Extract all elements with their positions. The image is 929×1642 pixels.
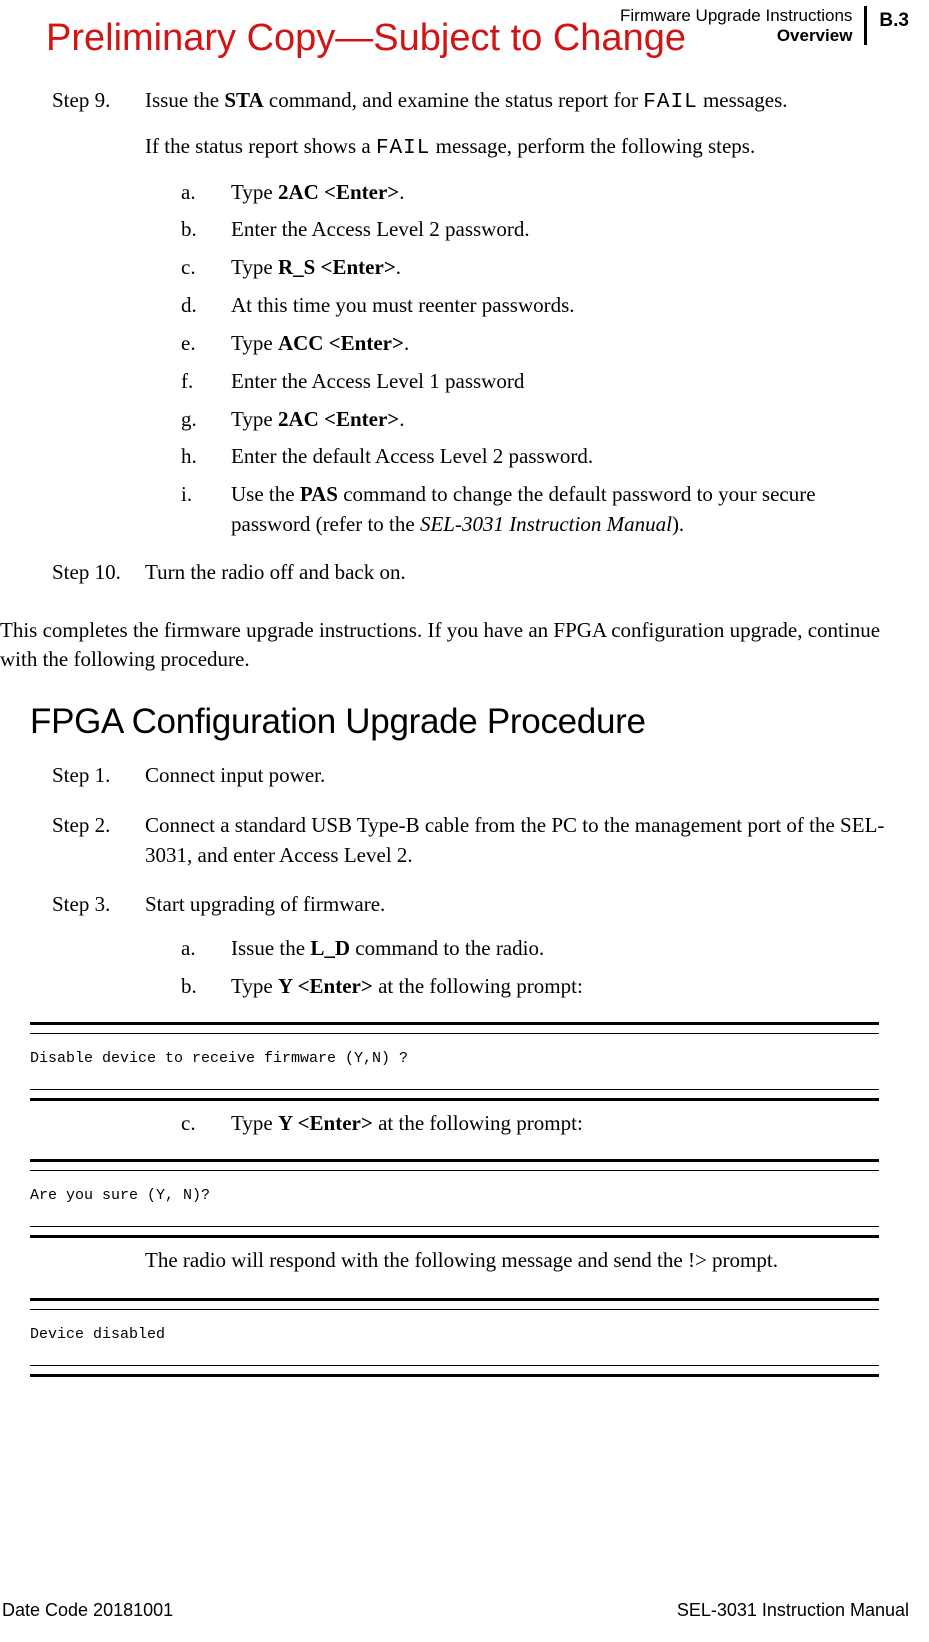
substep: d.At this time you must reenter password… <box>181 291 909 321</box>
step-text: If the status report shows a FAIL messag… <box>145 132 909 164</box>
step-label: Step 2. <box>0 811 135 885</box>
step-text: Connect input power. <box>145 761 909 791</box>
main-content: Step 9. Issue the STA command, and exami… <box>0 86 909 1385</box>
substep: b.Enter the Access Level 2 password. <box>181 215 909 245</box>
step-text: The radio will respond with the followin… <box>145 1246 909 1276</box>
fpga-step-2: Step 2. Connect a standard USB Type-B ca… <box>0 811 909 885</box>
substep: a.Issue the L_D command to the radio. <box>181 934 909 964</box>
terminal-text: Are you sure (Y, N)? <box>30 1170 879 1227</box>
substep: g.Type 2AC <Enter>. <box>181 405 909 435</box>
fpga-step-3-c: c.Type Y <Enter> at the following prompt… <box>0 1109 909 1151</box>
substep: e.Type ACC <Enter>. <box>181 329 909 359</box>
step-text: Issue the STA command, and examine the s… <box>145 86 909 118</box>
step-body: Issue the STA command, and examine the s… <box>135 86 909 552</box>
substep: f.Enter the Access Level 1 password <box>181 367 909 397</box>
step-body: Turn the radio off and back on. <box>135 558 909 602</box>
footer-left: Date Code 20181001 <box>2 1598 173 1624</box>
section-heading: FPGA Configuration Upgrade Procedure <box>30 697 909 747</box>
page-footer: Date Code 20181001 SEL-3031 Instruction … <box>2 1598 909 1624</box>
step-text: Connect a standard USB Type-B cable from… <box>145 811 909 871</box>
terminal-output: Disable device to receive firmware (Y,N)… <box>30 1022 879 1101</box>
step-10: Step 10. Turn the radio off and back on. <box>0 558 909 602</box>
terminal-output: Are you sure (Y, N)? <box>30 1159 879 1238</box>
substep: c.Type R_S <Enter>. <box>181 253 909 283</box>
substep: h.Enter the default Access Level 2 passw… <box>181 442 909 472</box>
substep-list: c.Type Y <Enter> at the following prompt… <box>181 1109 909 1139</box>
substep: i.Use the PAS command to change the defa… <box>181 480 909 540</box>
watermark: Preliminary Copy—Subject to Change <box>46 12 686 66</box>
fpga-step-3: Step 3. Start upgrading of firmware. a.I… <box>0 890 909 1013</box>
step-label: Step 10. <box>0 558 135 602</box>
step-body: Connect input power. <box>135 761 909 805</box>
substep-list: a.Issue the L_D command to the radio. b.… <box>181 934 909 1002</box>
step-text: Turn the radio off and back on. <box>145 558 909 588</box>
substep: c.Type Y <Enter> at the following prompt… <box>181 1109 909 1139</box>
completion-text: This completes the firmware upgrade inst… <box>0 616 909 676</box>
step-label: Step 9. <box>0 86 135 552</box>
footer-right: SEL-3031 Instruction Manual <box>677 1598 909 1624</box>
step-text: Start upgrading of firmware. <box>145 890 909 920</box>
terminal-text: Disable device to receive firmware (Y,N)… <box>30 1033 879 1090</box>
fpga-step-1: Step 1. Connect input power. <box>0 761 909 805</box>
terminal-output: Device disabled <box>30 1298 879 1377</box>
step-label: Step 1. <box>0 761 135 805</box>
substep: b.Type Y <Enter> at the following prompt… <box>181 972 909 1002</box>
step-9: Step 9. Issue the STA command, and exami… <box>0 86 909 552</box>
step-body: Start upgrading of firmware. a.Issue the… <box>135 890 909 1013</box>
step-body: Connect a standard USB Type-B cable from… <box>135 811 909 885</box>
terminal-text: Device disabled <box>30 1309 879 1366</box>
substep-list: a.Type 2AC <Enter>. b.Enter the Access L… <box>181 178 909 540</box>
page-number: B.3 <box>867 6 909 35</box>
radio-respond: The radio will respond with the followin… <box>0 1246 909 1290</box>
substep: a.Type 2AC <Enter>. <box>181 178 909 208</box>
step-label: Step 3. <box>0 890 135 1013</box>
